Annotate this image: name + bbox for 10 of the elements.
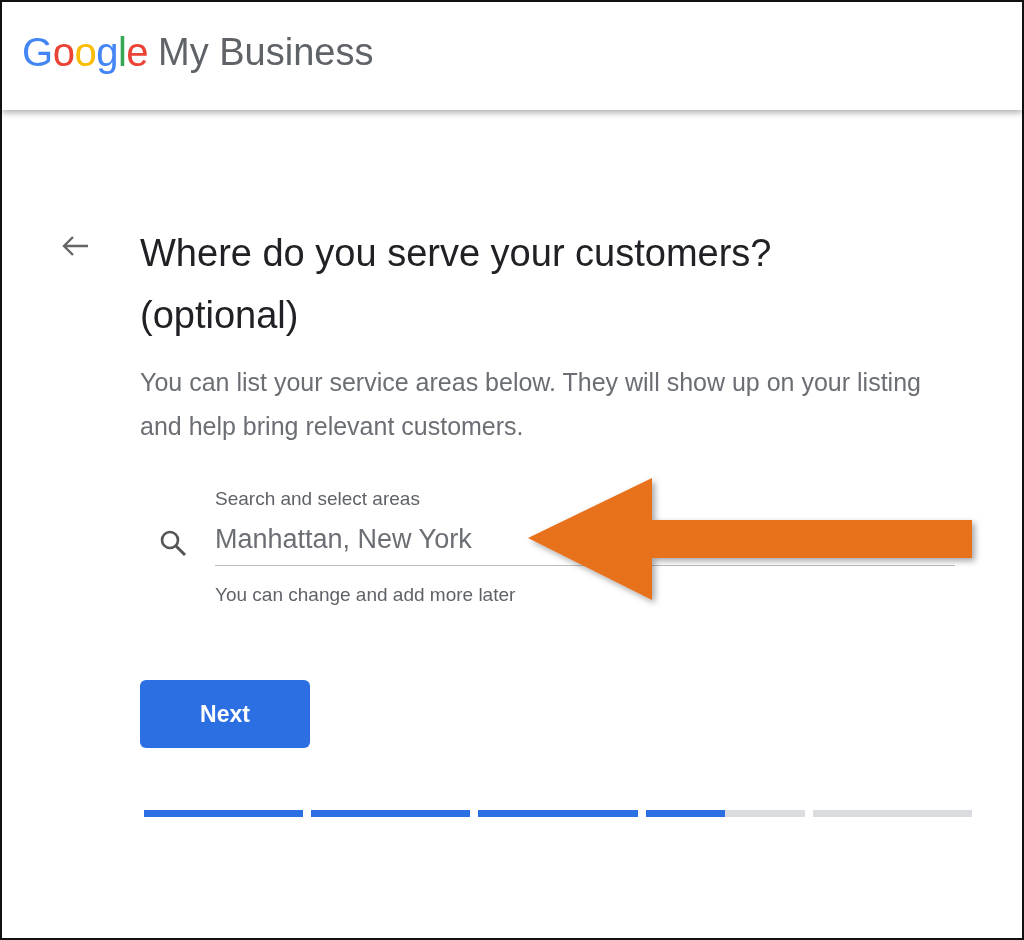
search-icon: [158, 528, 188, 558]
page-title: Where do you serve your customers? (optional): [140, 231, 773, 338]
next-button[interactable]: Next: [140, 680, 310, 748]
product-name: My Business: [158, 30, 374, 75]
description-text: You can list your service areas below. They will show up on your listing and help bring relevant customers.: [140, 367, 922, 442]
back-icon[interactable]: [60, 234, 90, 258]
helper-text: You can change and add more later: [215, 584, 517, 606]
field-label: Search and select areas: [215, 488, 421, 510]
search-field[interactable]: Manhattan, New York: [215, 510, 495, 565]
logo: Google: [22, 29, 148, 76]
